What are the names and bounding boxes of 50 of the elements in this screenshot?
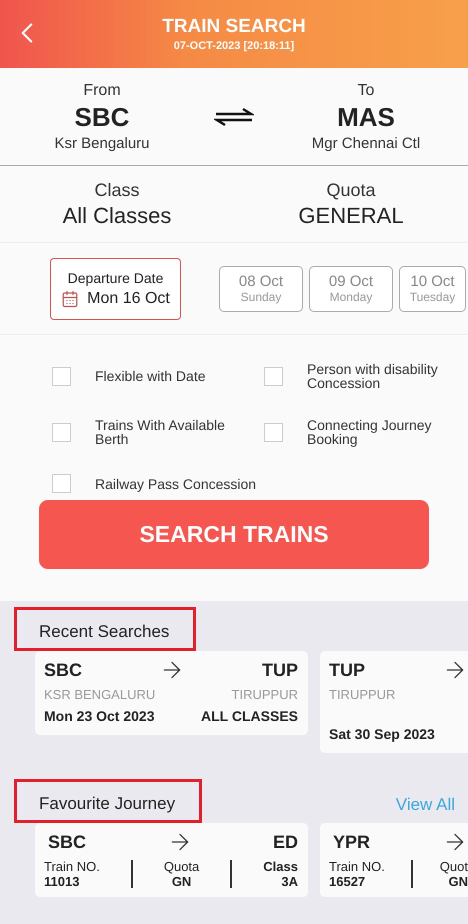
station-name: TIRUPPUR [232,686,298,702]
station-code: ED [272,832,298,852]
field-label: Train NO. [329,859,385,874]
class-value: 3A [281,874,298,889]
journey-date: Mon 23 Oct 2023 [44,708,154,724]
section-title: Recent Searches [14,607,196,651]
swap-icon [214,106,254,126]
date-chip[interactable]: 08 Oct Sunday [219,266,303,312]
checkbox[interactable] [52,366,71,386]
station-name: KSR BENGALURU [44,686,156,702]
timestamp: 07-OCT-2023 [20:18:11] [174,40,294,52]
favourite-journey-card[interactable]: YPR Train NO. 16527 Quot GN [320,823,468,897]
station-code: SBC [44,660,82,680]
station-code: SBC [48,832,86,852]
recent-search-card[interactable]: SBC TUP KSR BENGALURU TIRUPPUR Mon 23 Oct 2023 ALL CLASSES [35,651,308,735]
quota-value: GN [448,874,468,889]
option-label: Connecting Journey Booking [307,418,433,446]
field-label: Quota [164,859,200,874]
screen-title: TRAIN SEARCH [162,16,306,38]
class-label: ALL CLASSES [201,708,298,724]
departure-date-button[interactable]: Departure Date Mon 16 Oct [50,258,181,320]
option-label: Person with disability Concession [307,362,439,390]
field-label: Quot [440,859,468,874]
train-number: 16527 [329,874,366,889]
field-label: Train NO. [44,859,100,874]
station-code: TUP [262,660,298,680]
checkbox[interactable] [52,474,71,493]
class-selector[interactable]: Class All Classes [0,180,234,228]
train-number: 11013 [44,874,80,889]
station-selector[interactable]: From SBC Ksr Bengaluru [0,82,204,152]
station-name: TIRUPPUR [329,686,396,702]
field-label: Class [263,859,298,874]
option-label: Flexible with Date [95,369,206,383]
option-label: Railway Pass Concession [95,476,256,490]
favourite-journey-card[interactable]: SBC ED Train NO. 11013 Quota GN Class 3A [35,823,308,897]
checkbox[interactable] [52,422,71,442]
quota-value: GN [172,874,192,889]
recent-search-card[interactable]: TUP TIRUPPUR Sat 30 Sep 2023 [320,651,468,753]
section-title: Favourite Journey [14,779,202,823]
checkbox[interactable] [264,422,283,442]
station-selector[interactable]: To MAS Mgr Chennai Ctl [264,82,468,152]
calendar-icon [61,290,80,308]
quota-selector[interactable]: Quota GENERAL [234,180,468,228]
date-chip[interactable]: 09 Oct Monday [309,266,393,312]
option-label: Trains With Available Berth [95,418,226,446]
journey-date: Sat 30 Sep 2023 [329,726,435,742]
checkbox[interactable] [264,366,283,386]
station-code: TUP [329,660,365,680]
station-code: YPR [333,832,370,852]
date-chip[interactable]: 10 Oct Tuesday [399,266,466,312]
